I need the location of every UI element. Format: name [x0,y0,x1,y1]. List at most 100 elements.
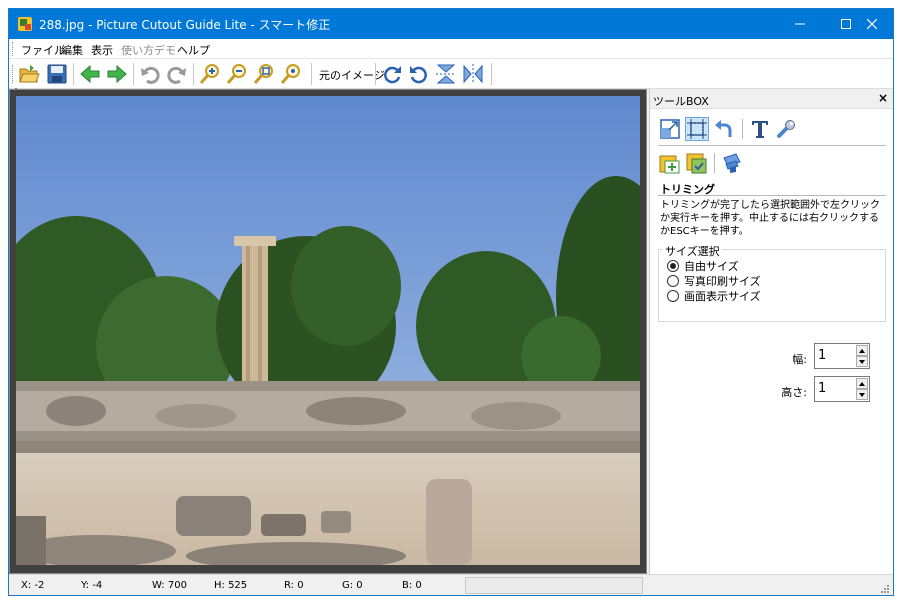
size-selection-group: サイズ選択 自由サイズ 写真印刷サイズ 画面表示サイズ [658,243,886,322]
open-folder-icon [19,65,40,83]
arrow-up-icon [859,381,865,386]
menu-view[interactable]: 表示 [91,42,113,58]
image-layer-tool[interactable] [685,151,709,175]
crop-description: トリミングが完了したら選択範囲外で左クリックか実行キーを押す。中止するには右クリ… [660,200,880,237]
close-button[interactable] [849,9,893,39]
save-button[interactable] [45,62,69,86]
radio-label: 画面表示サイズ [684,290,761,303]
radio-button[interactable] [667,290,679,302]
image-add-icon [659,155,680,174]
undo-icon [141,66,160,84]
minimize-button[interactable] [777,9,823,39]
settings-tool[interactable] [774,117,798,141]
menu-bar: ファイル 編集 表示 使い方デモ ヘルプ [9,39,893,59]
resize-icon [660,119,680,139]
redo-button[interactable] [165,62,189,86]
title-bar[interactable]: 288.jpg - Picture Cutout Guide Lite - スマ… [9,9,893,39]
zoom-fit-button[interactable] [252,62,276,86]
menu-demo[interactable]: 使い方デモ [121,42,176,58]
radio-button-checked[interactable] [667,260,679,272]
close-icon [867,19,877,29]
radio-label: 自由サイズ [684,260,739,273]
menu-help[interactable]: ヘルプ [177,42,210,58]
height-stepper[interactable]: 1 [814,376,870,402]
radio-free-size[interactable]: 自由サイズ [667,258,739,274]
menu-edit[interactable]: 編集 [61,42,83,58]
flip-horizontal-button[interactable] [461,62,485,86]
width-up-button[interactable] [856,345,868,356]
status-red: R: 0 [284,580,304,591]
app-window: 288.jpg - Picture Cutout Guide Lite - スマ… [8,8,894,596]
width-value[interactable]: 1 [818,348,826,363]
status-progress-panel [465,577,643,594]
width-down-button[interactable] [856,356,868,367]
section-divider [658,195,886,196]
menu-grip[interactable] [12,42,15,56]
toolbar-separator [193,63,194,85]
open-button[interactable] [17,62,41,86]
stamp-tool[interactable] [720,151,744,175]
photo-ruins[interactable] [16,96,640,565]
text-icon [752,121,768,138]
stamp-icon [723,153,741,173]
height-up-button[interactable] [856,378,868,389]
width-label: 幅: [792,353,807,366]
toolbox-panel: ツールBOX × トリミング トリミングが完了したら選択範囲外で左クリックか実行… [649,89,893,574]
status-bar: X: -2 Y: -4 W: 700 H: 525 R: 0 G: 0 B: 0 [9,574,893,595]
toolbox-title: ツールBOX [653,95,709,108]
toolbar-separator [133,63,134,85]
zoom-actual-icon [280,64,300,84]
zoom-out-button[interactable] [225,62,249,86]
toolbar-separator [73,63,74,85]
zoom-out-icon [226,64,246,84]
forward-button[interactable] [105,62,129,86]
image-layer-icon [686,153,707,174]
back-button[interactable] [78,62,102,86]
zoom-in-button[interactable] [198,62,222,86]
rotate-left-button[interactable] [407,62,431,86]
flip-vertical-button[interactable] [434,62,458,86]
radio-photo-print-size[interactable]: 写真印刷サイズ [667,273,761,289]
tool-separator [742,119,743,139]
wrench-icon [777,120,795,138]
status-y: Y: -4 [81,580,103,591]
status-blue: B: 0 [402,580,422,591]
height-down-button[interactable] [856,389,868,400]
flip-vertical-icon [436,64,456,84]
width-stepper[interactable]: 1 [814,343,870,369]
size-group-label: サイズ選択 [663,243,722,259]
status-width: W: 700 [152,580,187,591]
undo-tool-icon [715,120,732,137]
menu-file[interactable]: ファイル [21,42,65,58]
rotate-right-button[interactable] [380,62,404,86]
text-tool[interactable] [748,117,772,141]
toolbox-divider [658,145,886,146]
rotate-left-icon [410,66,427,84]
status-green: G: 0 [342,580,363,591]
radio-screen-display-size[interactable]: 画面表示サイズ [667,288,761,304]
resize-tool[interactable] [658,117,682,141]
arrow-down-icon [859,392,865,397]
toolbar-separator [491,63,492,85]
zoom-actual-button[interactable] [279,62,303,86]
zoom-fit-icon [253,64,273,84]
tool-separator [714,153,715,173]
height-label: 高さ: [781,386,807,399]
image-add-tool[interactable] [658,151,682,175]
image-canvas[interactable] [9,89,647,574]
undo-tool[interactable] [712,117,736,141]
crop-tool[interactable] [685,117,709,141]
flip-horizontal-icon [463,64,483,84]
undo-button[interactable] [138,62,162,86]
forward-arrow-icon [107,64,127,84]
height-value[interactable]: 1 [818,381,826,396]
toolbar-grip[interactable] [12,65,15,83]
toolbox-close-button[interactable]: × [878,91,888,105]
toolbar: 元のイメージ [9,59,893,89]
arrow-up-icon [859,348,865,353]
crop-icon [687,119,707,139]
radio-button[interactable] [667,275,679,287]
resize-grip-icon[interactable] [879,583,889,593]
toolbar-separator [311,63,312,85]
save-icon [47,64,67,84]
